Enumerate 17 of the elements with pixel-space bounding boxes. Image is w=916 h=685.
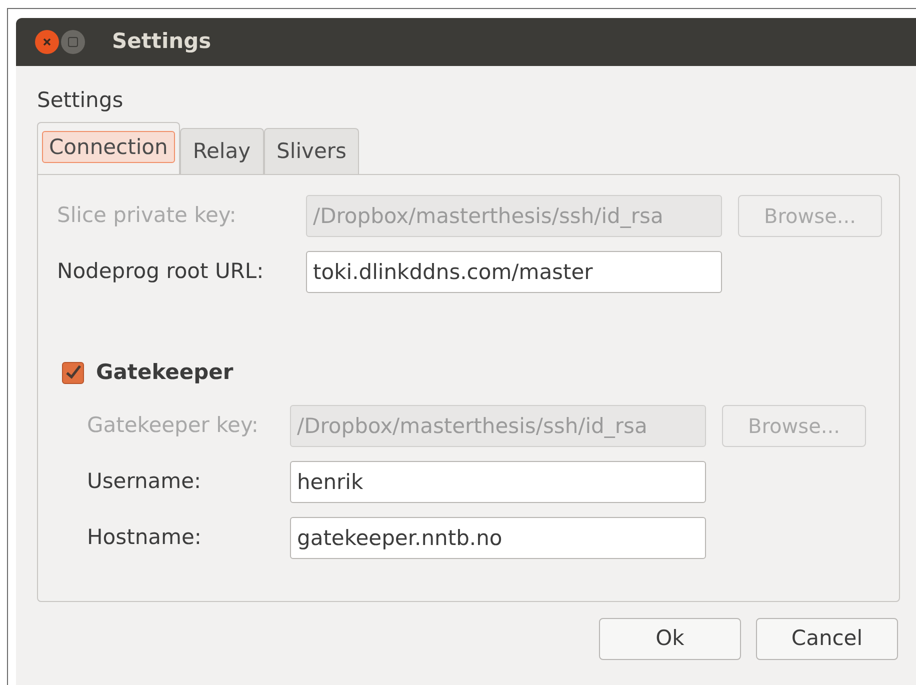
dialog-button[interactable]: Ok — [599, 618, 741, 660]
tab[interactable]: Connection — [42, 131, 175, 163]
window-title: Settings — [112, 28, 212, 56]
field-label: Slice private key: — [57, 202, 238, 230]
checkbox[interactable] — [62, 362, 84, 384]
minimize-icon[interactable] — [61, 30, 85, 54]
checkbox-label: Gatekeeper — [96, 359, 234, 386]
field-label: Gatekeeper key: — [87, 412, 260, 439]
close-icon[interactable] — [35, 30, 59, 54]
field-label: Username: — [87, 468, 202, 495]
field-label: Hostname: — [87, 524, 202, 551]
text-field[interactable]: gatekeeper.nntb.no — [290, 516, 706, 558]
text-field[interactable]: toki.dlinkddns.com/master — [306, 251, 722, 293]
field-label: Nodeprog root URL: — [57, 258, 265, 286]
text-field[interactable]: henrik — [290, 460, 706, 502]
section-heading: Settings — [37, 87, 124, 114]
dialog-button[interactable]: Cancel — [756, 618, 898, 660]
